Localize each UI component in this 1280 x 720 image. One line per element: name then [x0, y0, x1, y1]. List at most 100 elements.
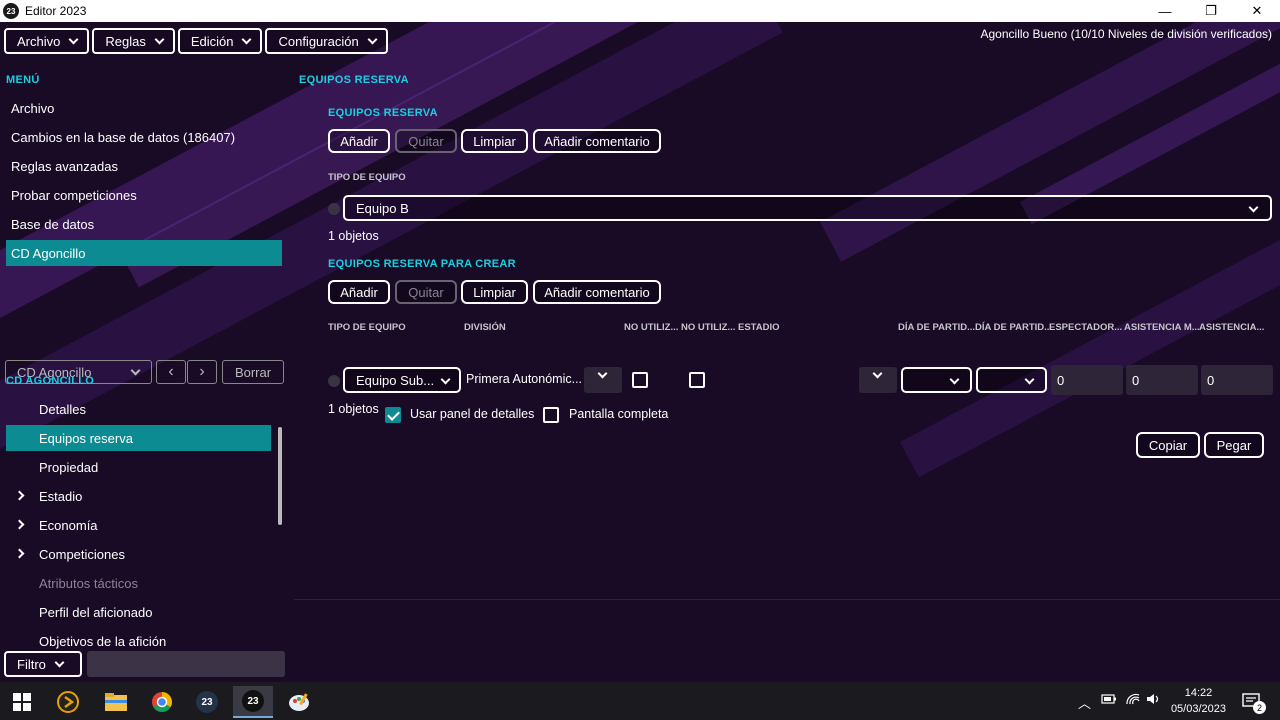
chevron-down-icon: [242, 34, 252, 44]
file-explorer-icon[interactable]: [96, 686, 136, 718]
wifi-icon[interactable]: [1125, 693, 1141, 708]
tree-item-detalles[interactable]: Detalles: [6, 396, 271, 422]
top-menu-bar: Archivo Reglas Edición Configuración: [4, 28, 388, 54]
use-details-panel-checkbox[interactable]: [385, 407, 401, 423]
fullscreen-label: Pantalla completa: [569, 407, 669, 421]
filter-button[interactable]: Filtro: [4, 651, 82, 677]
add-comment-button[interactable]: Añadir comentario: [533, 280, 661, 304]
add-button[interactable]: Añadir: [328, 280, 390, 304]
chevron-right-icon[interactable]: [14, 548, 25, 559]
chevron-down-icon: [367, 34, 378, 44]
page-title: EQUIPOS RESERVA: [299, 74, 409, 86]
chevron-down-icon: [1248, 202, 1259, 213]
team-type-column-header: TIPO DE EQUIPO: [328, 172, 406, 183]
menu-archivo[interactable]: Archivo: [4, 28, 90, 54]
menu-configuracion[interactable]: Configuración: [265, 28, 388, 54]
menu-edicion[interactable]: Edición: [177, 28, 263, 54]
add-comment-button[interactable]: Añadir comentario: [533, 129, 661, 153]
stadium-dropdown[interactable]: [859, 367, 897, 393]
system-clock[interactable]: 14:22 05/03/2023: [1171, 685, 1226, 717]
attendance-column-header: ASISTENCIA M...: [1124, 322, 1200, 333]
title-bar: 23 Editor 2023 — ❐ ✕: [0, 0, 1280, 22]
chevron-right-icon[interactable]: [14, 490, 25, 501]
filter-input[interactable]: [87, 651, 285, 677]
verification-status: Agoncillo Bueno (10/10 Niveles de divisi…: [980, 27, 1273, 41]
tree-item-equipos-reserva[interactable]: Equipos reserva: [6, 425, 271, 451]
add-button[interactable]: Añadir: [328, 129, 390, 153]
chevron-down-icon: [949, 374, 960, 385]
row-status-icon: [328, 375, 340, 387]
minimize-icon[interactable]: —: [1142, 0, 1188, 22]
reserve-teams-heading: EQUIPOS RESERVA: [328, 107, 438, 119]
team-type-value: Equipo Sub...: [356, 372, 435, 388]
close-icon[interactable]: ✕: [1234, 0, 1280, 22]
clear-button[interactable]: Borrar: [222, 360, 284, 384]
not-used-checkbox[interactable]: [632, 372, 648, 388]
paste-button[interactable]: Pegar: [1204, 432, 1264, 458]
tree-item-label: Competiciones: [39, 546, 125, 562]
menu-item-cd-agoncillo[interactable]: CD Agoncillo: [6, 240, 282, 266]
not-used-column-header: NO UTILIZ...: [624, 322, 679, 333]
menu-label: Reglas: [105, 33, 146, 49]
tree-item-estadio[interactable]: Estadio: [6, 483, 271, 509]
chrome-icon[interactable]: [142, 686, 182, 718]
menu-label: Edición: [190, 33, 234, 49]
app-window: Archivo Reglas Edición Configuración Ago…: [0, 22, 1280, 682]
clear-list-button[interactable]: Limpiar: [461, 280, 528, 304]
tree-item-propiedad[interactable]: Propiedad: [6, 454, 271, 480]
notification-count: 2: [1253, 701, 1266, 714]
tree-item-competiciones[interactable]: Competiciones: [6, 541, 271, 567]
team-type-column-header: TIPO DE EQUIPO: [328, 322, 406, 333]
division-dropdown[interactable]: [584, 367, 622, 393]
menu-label: Archivo: [17, 33, 61, 49]
filter-label: Filtro: [17, 656, 46, 672]
tree-item-perfil-aficionado[interactable]: Perfil del aficionado: [6, 599, 271, 625]
next-button[interactable]: ›: [187, 360, 217, 384]
spectators-column-header: ESPECTADOR...: [1049, 322, 1123, 333]
team-type-value: Equipo B: [356, 200, 409, 216]
maximize-icon[interactable]: ❐: [1188, 0, 1234, 22]
notifications-icon[interactable]: 2: [1238, 686, 1266, 718]
not-used-checkbox[interactable]: [689, 372, 705, 388]
team-type-select[interactable]: Equipo B: [343, 195, 1272, 221]
windows-icon: [13, 693, 31, 711]
division-value: Primera Autonómic...: [466, 372, 583, 386]
division-column-header: DIVISIÓN: [464, 322, 506, 333]
start-button[interactable]: [2, 686, 42, 718]
menu-item-database[interactable]: Base de datos: [6, 211, 282, 237]
match-day-select[interactable]: [901, 367, 972, 393]
tree-scrollbar[interactable]: [278, 427, 282, 525]
clear-list-button[interactable]: Limpiar: [461, 129, 528, 153]
tree-item-economia[interactable]: Economía: [6, 512, 271, 538]
remove-button: Quitar: [395, 129, 457, 153]
volume-icon[interactable]: [1146, 693, 1162, 708]
reserve-teams-to-create-heading: EQUIPOS RESERVA PARA CREAR: [328, 258, 516, 270]
attendance-field[interactable]: 0: [1126, 365, 1198, 395]
spectators-field[interactable]: 0: [1051, 365, 1123, 395]
menu-heading: MENÚ: [6, 74, 40, 86]
battery-icon[interactable]: [1101, 693, 1117, 708]
attendance-field[interactable]: 0: [1201, 365, 1273, 395]
menu-item-advanced-rules[interactable]: Reglas avanzadas: [6, 153, 282, 179]
editor-2023-icon[interactable]: 23: [233, 686, 273, 718]
chevron-down-icon: [68, 34, 79, 44]
chevron-down-icon: [154, 34, 165, 44]
menu-reglas[interactable]: Reglas: [92, 28, 175, 54]
left-panel: MENÚ Archivo Cambios en la base de datos…: [0, 72, 290, 682]
football-manager-icon[interactable]: 23: [187, 686, 227, 718]
chevron-right-icon[interactable]: [14, 519, 25, 530]
fullscreen-checkbox[interactable]: [543, 407, 559, 423]
match-day-column-header: DÍA DE PARTID...: [898, 322, 976, 333]
menu-item-database-changes[interactable]: Cambios en la base de datos (186407): [6, 124, 282, 150]
clock-time: 14:22: [1184, 687, 1213, 699]
chevron-down-icon: [130, 365, 141, 376]
match-day-select[interactable]: [976, 367, 1047, 393]
menu-item-test-competitions[interactable]: Probar competiciones: [6, 182, 282, 208]
media-app-icon[interactable]: [48, 686, 88, 718]
team-type-select[interactable]: Equipo Sub...: [343, 367, 461, 393]
menu-item-archivo[interactable]: Archivo: [6, 95, 282, 121]
copy-button[interactable]: Copiar: [1136, 432, 1200, 458]
previous-button[interactable]: ‹: [156, 360, 186, 384]
chevron-up-icon[interactable]: ︿: [1078, 693, 1091, 712]
paint-icon[interactable]: [279, 686, 319, 718]
